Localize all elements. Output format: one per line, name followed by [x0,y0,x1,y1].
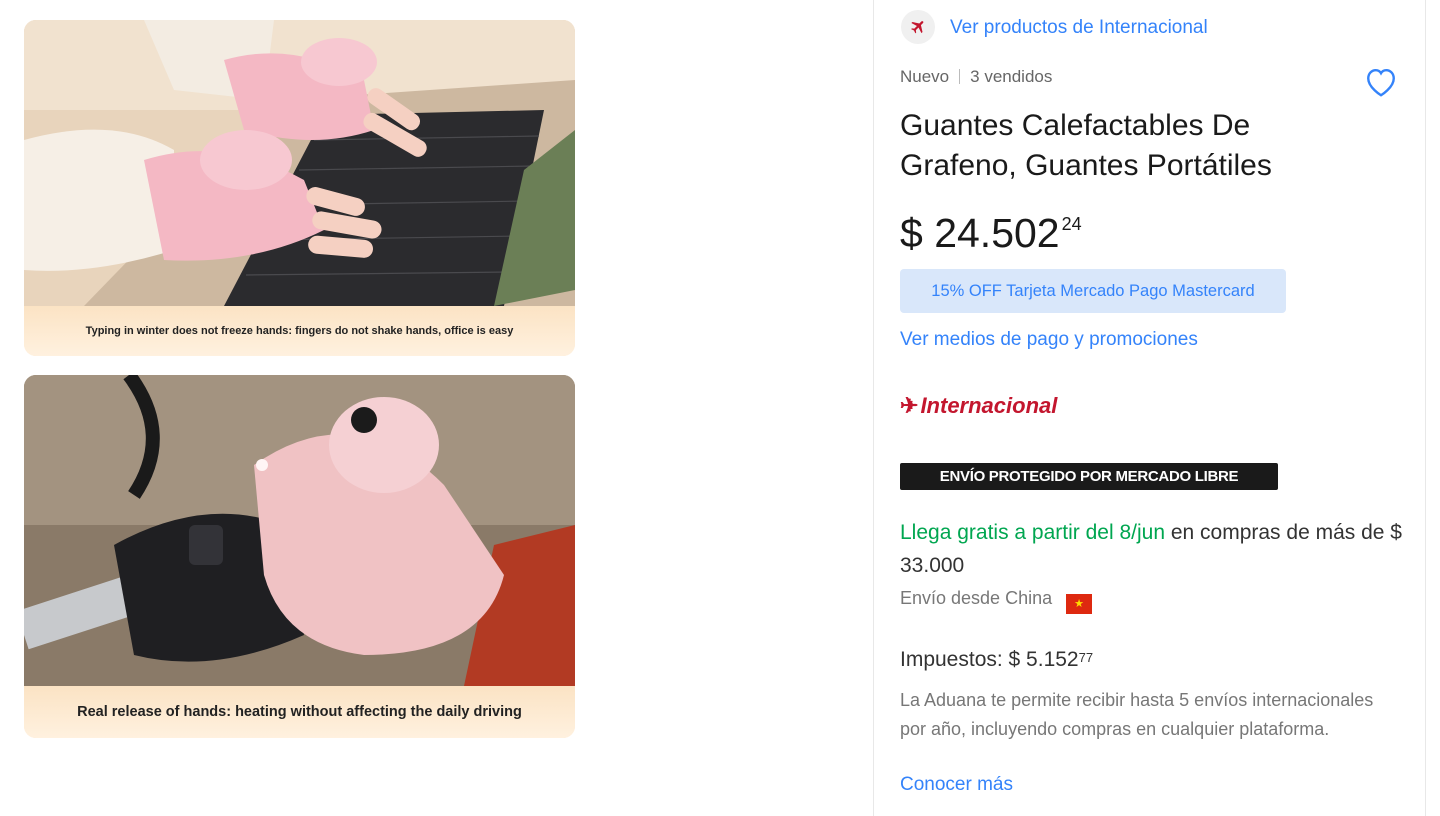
product-meta: Nuevo 3 vendidos [900,67,1052,87]
image-caption: Real release of hands: heating without a… [24,686,575,738]
shipping-origin: Envío desde China ★ [900,588,1093,614]
sold-count: 3 vendidos [970,67,1053,86]
favorite-button[interactable] [1363,64,1399,98]
meta-separator [959,69,961,84]
product-image-1[interactable]: Typing in winter does not freeze hands: … [24,20,575,356]
product-title: Guantes Calefactables De Grafeno, Guante… [900,109,1272,182]
payment-methods-link[interactable]: Ver medios de pago y promociones [900,329,1198,351]
shipping-info: Llega gratis a partir del 8/jun en compr… [900,516,1410,582]
product-image-2[interactable]: Real release of hands: heating without a… [24,375,575,738]
shipping-origin-text: Envío desde China [900,588,1053,608]
promo-badge: 15% OFF Tarjeta Mercado Pago Mastercard [900,269,1286,313]
typing-gloves-photo [24,20,575,306]
driving-glove-photo [24,375,575,686]
store-logo[interactable] [901,10,935,44]
taxes: Impuestos: $ 5.15277 [900,648,1093,672]
taxes-cents: 77 [1078,650,1094,665]
condition-label: Nuevo [900,67,950,86]
international-label: ✈Internacional [900,393,1057,419]
china-flag-icon: ★ [1066,594,1093,614]
heart-icon [1367,68,1395,97]
product-price: $ 24.502 24 [900,208,1082,258]
price-cents: 24 [1061,214,1082,234]
taxes-amount: Impuestos: $ 5.152 [900,648,1079,671]
international-text: Internacional [920,393,1058,418]
protected-shipping-badge: ENVÍO PROTEGIDO POR MERCADO LIBRE [900,463,1278,490]
customs-note: La Aduana te permite recibir hasta 5 env… [900,690,1374,739]
plane-icon: ✈ [900,393,919,418]
free-shipping-text: Llega gratis a partir del 8/jun [900,521,1165,544]
product-info-panel: Ver productos de Internacional Nuevo 3 ve… [873,0,1426,816]
image-caption: Typing in winter does not freeze hands: … [24,306,575,356]
store-products-link[interactable]: Ver productos de Internacional [950,17,1208,39]
price-amount: $ 24.502 [900,210,1060,256]
plane-icon [911,21,924,34]
learn-more-link[interactable]: Conocer más [900,774,1013,796]
